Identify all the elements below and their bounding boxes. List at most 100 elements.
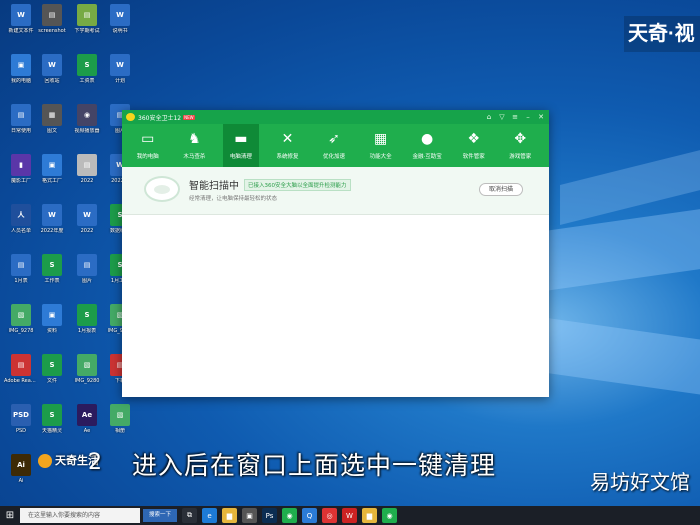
desktop-icon-label: 下学期考试: [74, 28, 100, 34]
desktop-icon-label: 天猫精灵: [41, 428, 62, 434]
desktop-icon-label: 计划: [114, 78, 125, 84]
nav-item-1[interactable]: ♞ 木马查杀: [177, 124, 213, 167]
rocket-icon: ➶: [328, 131, 340, 147]
desktop-icon[interactable]: 人人员名单: [4, 204, 38, 244]
video-caption: 天奇生活 2 进入后在窗口上面选中一键清理 易坊好文馆: [0, 440, 700, 494]
desktop-icon[interactable]: S 文件: [35, 354, 69, 394]
nav-item-4[interactable]: ➶ 优化加速: [316, 124, 352, 167]
desktop-icon[interactable]: S 天猫精灵: [35, 404, 69, 444]
nav-item-5[interactable]: ▦ 功能大全: [363, 124, 399, 167]
desktop-icon-label: 1月表: [14, 278, 28, 284]
desktop-icon-label: 魔影工厂: [10, 178, 31, 184]
desktop: W 新建文本件 ▤ screenshot ▤ 下学期考试 W 说明书 ▣ 我的电脑 W 回收站 S 工资表…: [0, 0, 700, 525]
360-icon[interactable]: ◉: [282, 508, 297, 523]
nav-item-7[interactable]: ❖ 软件管家: [456, 124, 492, 167]
close-icon[interactable]: ✕: [537, 113, 545, 121]
caption-text: 进入后在窗口上面选中一键清理: [132, 451, 497, 480]
cancel-scan-button[interactable]: 取消扫描: [479, 183, 523, 196]
store-icon[interactable]: ▣: [242, 508, 257, 523]
desktop-icon[interactable]: ▣ 资料: [35, 304, 69, 344]
skin-icon[interactable]: ▽: [498, 113, 506, 121]
desktop-icon-label: 1月报表: [77, 328, 97, 334]
nav-item-label: 功能大全: [369, 154, 392, 160]
taskbar-search-button[interactable]: 搜索一下: [143, 509, 177, 522]
nav-item-label: 我的电脑: [136, 154, 159, 160]
coin-icon: ●: [421, 131, 434, 147]
nav-item-label: 金融·互助宝: [412, 154, 442, 160]
nav-item-6[interactable]: ● 金融·互助宝: [409, 124, 445, 167]
step-number: 2: [88, 450, 102, 475]
nav-item-8[interactable]: ✥ 游戏管家: [503, 124, 539, 167]
file-icon: S: [42, 254, 62, 276]
desktop-icon-label: 新建文本件: [8, 28, 34, 34]
file-explorer-icon[interactable]: ▆: [222, 508, 237, 523]
gamepad-icon: ✥: [514, 131, 527, 147]
folder-icon[interactable]: ▆: [362, 508, 377, 523]
scan-title: 智能扫描中: [189, 181, 239, 192]
desktop-icon-label: Adobe Reader: [4, 378, 38, 384]
minimize-icon[interactable]: –: [524, 113, 532, 121]
desktop-icon[interactable]: W 说明书: [103, 4, 137, 44]
desktop-icon[interactable]: ▦ 图文: [35, 104, 69, 144]
desktop-icon-label: 工资表: [79, 78, 95, 84]
desktop-icon[interactable]: ▮ 魔影工厂: [4, 154, 38, 194]
file-icon: ▤: [11, 254, 31, 276]
desktop-icon-label: 2022年度: [40, 228, 64, 234]
file-icon: S: [42, 354, 62, 376]
desktop-icon[interactable]: PSD PSD: [4, 404, 38, 444]
photoshop-icon[interactable]: Ps: [262, 508, 277, 523]
desktop-icon[interactable]: W 2022年度: [35, 204, 69, 244]
chrome-icon[interactable]: ◎: [322, 508, 337, 523]
desktop-icon[interactable]: S 工资表: [70, 54, 104, 94]
nav-item-2[interactable]: ▬ 电脑清理: [223, 124, 259, 167]
nav-item-0[interactable]: ▭ 我的电脑: [130, 124, 166, 167]
desktop-icon[interactable]: ▤ 2022: [70, 154, 104, 194]
taskbar-search-input[interactable]: 在这里输入你要搜索的内容: [20, 508, 140, 523]
desktop-icon[interactable]: ▧ IMG_9278: [4, 304, 38, 344]
taskbar: ⊞ 在这里输入你要搜索的内容 搜索一下 ⧉ e ▆ ▣ Ps ◉ Q ◎ W ▆ ◉: [0, 506, 700, 525]
desktop-icon[interactable]: ▤ 1月表: [4, 254, 38, 294]
desktop-icon[interactable]: S 工作表: [35, 254, 69, 294]
nav-item-label: 木马查杀: [183, 154, 206, 160]
file-icon: W: [110, 4, 130, 26]
grid-icon: ▦: [373, 131, 388, 147]
desktop-icon[interactable]: ◉ 视频播放器: [70, 104, 104, 144]
qq-icon[interactable]: Q: [302, 508, 317, 523]
desktop-icon-label: 视频播放器: [74, 128, 100, 134]
desktop-icon[interactable]: ▤ 下学期考试: [70, 4, 104, 44]
desktop-icon[interactable]: W 2022: [70, 204, 104, 244]
file-icon: 人: [11, 204, 31, 226]
desktop-icon-label: screenshot: [38, 28, 66, 34]
desktop-icon[interactable]: W 回收站: [35, 54, 69, 94]
file-icon: S: [77, 304, 97, 326]
edge-icon[interactable]: e: [202, 508, 217, 523]
window-titlebar: 360安全卫士12 NEW ⌂ ▽ ≡ – ✕: [122, 110, 549, 124]
start-button[interactable]: ⊞: [0, 506, 20, 525]
desktop-icon[interactable]: W 计划: [103, 54, 137, 94]
desktop-icon-label: 图文: [46, 128, 57, 134]
desktop-icon[interactable]: ▣ 格式工厂: [35, 154, 69, 194]
desktop-icon[interactable]: Ae Ae: [70, 404, 104, 444]
file-icon: W: [11, 4, 31, 26]
desktop-icon[interactable]: ▤ Adobe Reader: [4, 354, 38, 394]
trojan-horse-icon: ♞: [188, 131, 201, 147]
desktop-icon[interactable]: ▧ IMG_9280: [70, 354, 104, 394]
brand-logo-icon: [38, 454, 52, 468]
desktop-icon[interactable]: S 1月报表: [70, 304, 104, 344]
desktop-icon[interactable]: ▤ 日常使用: [4, 104, 38, 144]
desktop-icon-label: 我的电脑: [10, 78, 31, 84]
desktop-icon[interactable]: W 新建文本件: [4, 4, 38, 44]
file-icon: W: [110, 54, 130, 76]
desktop-icon[interactable]: ▤ screenshot: [35, 4, 69, 44]
taskview-icon[interactable]: ⧉: [182, 508, 197, 523]
360-safe-icon[interactable]: ◉: [382, 508, 397, 523]
menu-icon[interactable]: ≡: [511, 113, 519, 121]
desktop-icon[interactable]: ▣ 我的电脑: [4, 54, 38, 94]
desktop-icon-label: 人员名单: [10, 228, 31, 234]
nav-item-3[interactable]: ✕ 系统修复: [270, 124, 306, 167]
desktop-icon[interactable]: ▤ 图片: [70, 254, 104, 294]
home-icon[interactable]: ⌂: [485, 113, 493, 121]
wps-icon[interactable]: W: [342, 508, 357, 523]
desktop-icon[interactable]: ▧ 相册: [103, 404, 137, 444]
file-icon: ▮: [11, 154, 31, 176]
